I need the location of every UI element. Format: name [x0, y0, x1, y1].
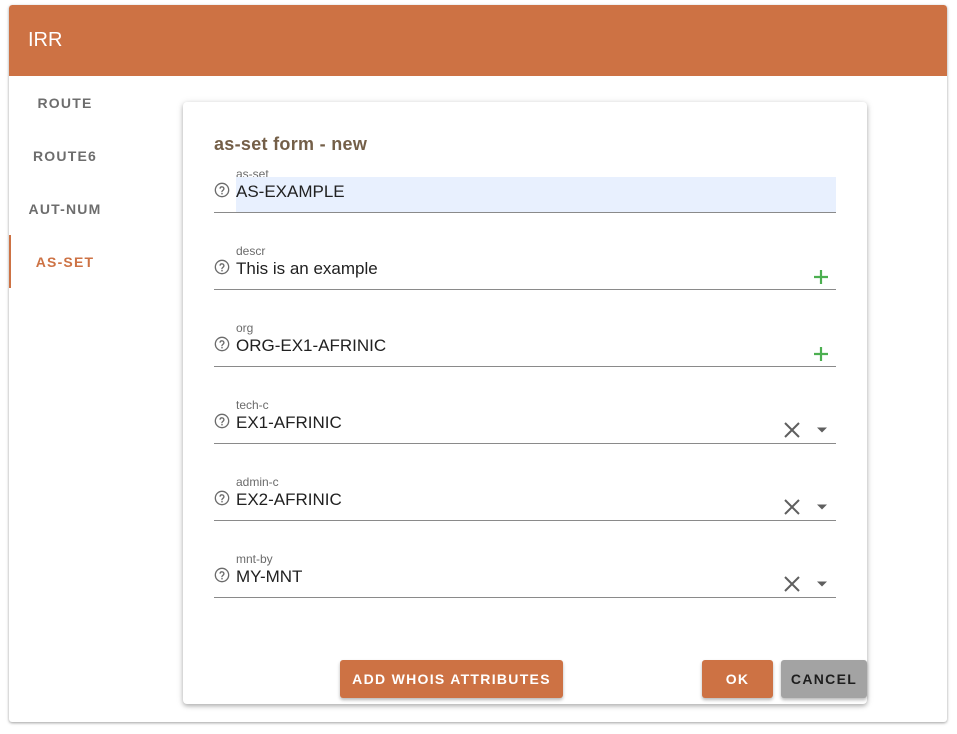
form-title: as-set form - new [214, 134, 368, 154]
org-input[interactable]: ORG-EX1-AFRINIC [236, 331, 836, 366]
mnt-by-field: mnt-by MY-MNT [214, 552, 836, 598]
help-icon[interactable] [214, 336, 230, 352]
sidebar-item-label: ROUTE [37, 94, 93, 111]
add-whois-attributes-button[interactable]: ADD WHOIS ATTRIBUTES [340, 660, 563, 698]
as-set-input[interactable]: AS-EXAMPLE [236, 177, 836, 212]
chevron-down-icon[interactable] [816, 426, 828, 434]
field-underline [214, 289, 836, 290]
help-icon[interactable] [214, 490, 230, 506]
field-underline [214, 212, 836, 213]
as-set-form-dialog: as-set form - new as-set AS-EXAMPLE desc… [183, 102, 867, 704]
app-title: IRR [28, 29, 63, 51]
descr-input[interactable]: This is an example [236, 254, 836, 289]
help-icon[interactable] [214, 413, 230, 429]
as-set-field: as-set AS-EXAMPLE [214, 167, 836, 213]
sidebar-item-label: AS-SET [35, 253, 95, 270]
chevron-down-icon[interactable] [816, 580, 828, 588]
sidebar-item-route6[interactable]: ROUTE6 [9, 129, 121, 182]
sidebar-item-label: AUT-NUM [28, 200, 102, 217]
field-underline [214, 520, 836, 521]
help-icon[interactable] [214, 259, 230, 275]
close-icon[interactable] [783, 498, 801, 516]
sidebar-item-route[interactable]: ROUTE [9, 76, 121, 129]
chevron-down-icon[interactable] [816, 503, 828, 511]
app-header: IRR [9, 5, 947, 76]
field-underline [214, 597, 836, 598]
help-icon[interactable] [214, 567, 230, 583]
ok-button[interactable]: OK [702, 660, 773, 698]
descr-field: descr This is an example [214, 244, 836, 290]
tech-c-select[interactable]: EX1-AFRINIC [236, 408, 836, 443]
close-icon[interactable] [783, 575, 801, 593]
field-underline [214, 443, 836, 444]
cancel-button[interactable]: CANCEL [781, 660, 867, 698]
sidebar-item-as-set[interactable]: AS-SET [9, 235, 121, 288]
sidebar-item-aut-num[interactable]: AUT-NUM [9, 182, 121, 235]
help-icon[interactable] [214, 182, 230, 198]
plus-icon[interactable] [813, 269, 829, 285]
admin-c-field: admin-c EX2-AFRINIC [214, 475, 836, 521]
sidebar: ROUTE ROUTE6 AUT-NUM AS-SET [9, 76, 121, 288]
admin-c-select[interactable]: EX2-AFRINIC [236, 485, 836, 520]
close-icon[interactable] [783, 421, 801, 439]
org-field: org ORG-EX1-AFRINIC [214, 321, 836, 367]
field-underline [214, 366, 836, 367]
tech-c-field: tech-c EX1-AFRINIC [214, 398, 836, 444]
mnt-by-select[interactable]: MY-MNT [236, 562, 836, 597]
sidebar-item-label: ROUTE6 [33, 147, 97, 164]
plus-icon[interactable] [813, 346, 829, 362]
